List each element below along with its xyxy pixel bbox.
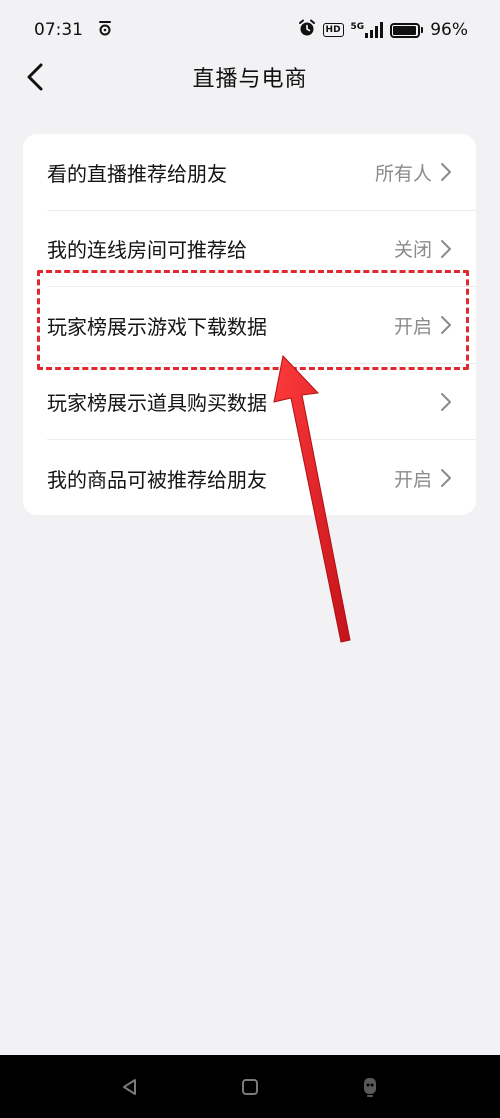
- notification-icon: [97, 20, 113, 41]
- settings-card: 看的直播推荐给朋友 所有人 我的连线房间可推荐给 关闭 玩家榜展示游戏下载数据 …: [23, 134, 476, 515]
- setting-label: 我的连线房间可推荐给: [47, 238, 247, 263]
- hd-badge: HD: [322, 23, 344, 37]
- back-button[interactable]: [18, 60, 52, 94]
- assistant-icon: [364, 1077, 376, 1097]
- nav-home-button[interactable]: [230, 1067, 270, 1107]
- setting-row-live-recommend[interactable]: 看的直播推荐给朋友 所有人: [23, 134, 476, 211]
- setting-value: 关闭: [393, 239, 432, 262]
- square-home-icon: [242, 1078, 258, 1095]
- alarm-icon: [298, 19, 316, 42]
- setting-label: 玩家榜展示游戏下载数据: [47, 314, 267, 339]
- chevron-right-icon: [440, 162, 452, 182]
- setting-row-products-recommend[interactable]: 我的商品可被推荐给朋友 开启: [23, 440, 476, 515]
- status-bar: 07:31 HD 5G 96%: [0, 0, 500, 60]
- status-left: 07:31: [34, 20, 113, 41]
- triangle-back-icon: [123, 1078, 136, 1095]
- page-title: 直播与电商: [192, 67, 308, 92]
- chevron-right-icon: [440, 239, 452, 259]
- setting-row-item-purchase-data[interactable]: 玩家榜展示道具购买数据: [23, 364, 476, 441]
- nav-back-button[interactable]: [110, 1067, 150, 1107]
- chevron-left-icon: [27, 63, 43, 91]
- chevron-right-icon: [440, 392, 452, 412]
- chevron-right-icon: [440, 468, 452, 488]
- setting-value: 所有人: [374, 162, 432, 185]
- setting-value: 开启: [393, 468, 432, 491]
- setting-label: 玩家榜展示道具购买数据: [47, 391, 267, 416]
- setting-label: 我的商品可被推荐给朋友: [47, 467, 267, 492]
- status-time: 07:31: [34, 20, 83, 40]
- setting-row-linked-room[interactable]: 我的连线房间可推荐给 关闭: [23, 211, 476, 288]
- chevron-right-icon: [440, 315, 452, 335]
- battery-text: 96%: [430, 20, 468, 40]
- network-label: 5G: [350, 22, 365, 32]
- setting-row-game-download-data[interactable]: 玩家榜展示游戏下载数据 开启: [23, 287, 476, 364]
- navigation-bar: [0, 1055, 500, 1118]
- setting-value: 开启: [393, 315, 432, 338]
- header: 直播与电商: [0, 52, 500, 102]
- setting-label: 看的直播推荐给朋友: [47, 161, 227, 186]
- screen: 07:31 HD 5G 96% 直播与电商 看的直播推荐给朋友 所有人 我的连线…: [0, 0, 500, 1118]
- battery-icon: [390, 22, 424, 38]
- battery-fill: [393, 25, 417, 35]
- nav-assistant-button[interactable]: [350, 1067, 390, 1107]
- signal-icon: 5G: [351, 22, 384, 38]
- status-right: HD 5G 96%: [298, 19, 468, 42]
